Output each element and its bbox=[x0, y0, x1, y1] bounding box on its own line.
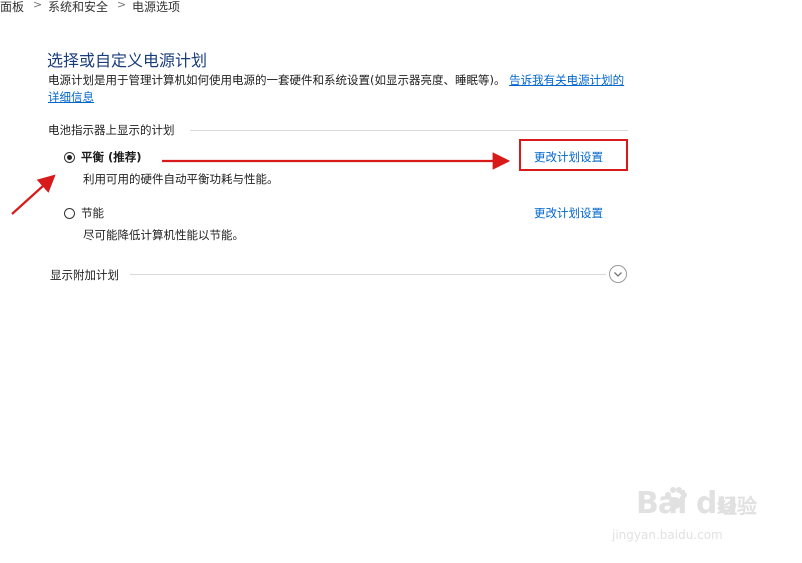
breadcrumb-item-system-security[interactable]: 系统和安全 bbox=[48, 0, 108, 15]
radio-selected-dot bbox=[67, 155, 72, 160]
plan-power-saver-change-settings-link[interactable]: 更改计划设置 bbox=[534, 205, 603, 221]
chevron-down-icon[interactable] bbox=[609, 265, 627, 283]
plan-power-saver-name[interactable]: 节能 bbox=[81, 205, 104, 221]
battery-plans-group-label: 电池指示器上显示的计划 bbox=[48, 123, 175, 137]
plan-balanced-name[interactable]: 平衡 (推荐) bbox=[81, 149, 142, 165]
page-title: 选择或自定义电源计划 bbox=[47, 51, 208, 70]
breadcrumb-separator-icon: > bbox=[33, 0, 43, 11]
watermark-brand-cn: 经验 bbox=[717, 494, 757, 518]
plan-balanced-radio[interactable] bbox=[64, 152, 75, 163]
breadcrumb-separator-icon: > bbox=[117, 0, 127, 11]
watermark-url: jingyan.baidu.com bbox=[612, 528, 723, 542]
show-additional-plans-label[interactable]: 显示附加计划 bbox=[50, 267, 119, 283]
additional-plans-divider bbox=[130, 274, 606, 275]
annotation-arrow-diagonal bbox=[11, 174, 56, 215]
page-description: 电源计划是用于管理计算机如何使用电源的一套硬件和系统设置(如显示器亮度、睡眠等)… bbox=[48, 72, 628, 106]
description-text: 电源计划是用于管理计算机如何使用电源的一套硬件和系统设置(如显示器亮度、睡眠等)… bbox=[48, 73, 506, 87]
highlight-box bbox=[519, 139, 628, 171]
breadcrumb-item-control-panel[interactable]: 面板 bbox=[0, 0, 24, 15]
baidu-watermark: Bai du 经验 jingyan.baidu.com bbox=[612, 480, 762, 550]
plan-balanced-description: 利用可用的硬件自动平衡功耗与性能。 bbox=[83, 172, 279, 186]
plan-power-saver-description: 尽可能降低计算机性能以节能。 bbox=[83, 228, 244, 242]
breadcrumb-item-power-options[interactable]: 电源选项 bbox=[132, 0, 180, 15]
plan-power-saver-radio[interactable] bbox=[64, 208, 75, 219]
group-divider bbox=[190, 130, 628, 131]
